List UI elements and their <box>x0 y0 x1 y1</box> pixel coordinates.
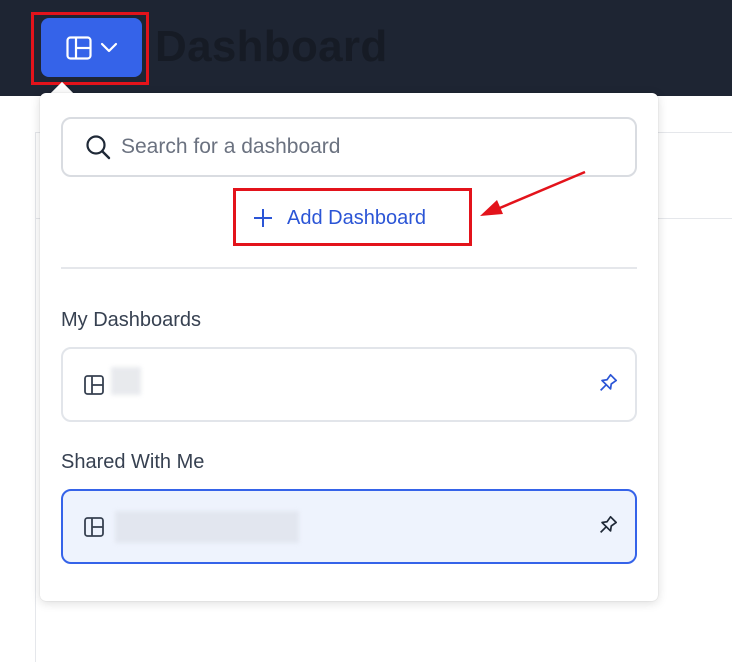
dashboard-layout-icon <box>84 375 104 395</box>
dashboard-item-selected[interactable] <box>61 489 637 564</box>
search-placeholder: Search for a dashboard <box>121 135 341 158</box>
add-dashboard-label: Add Dashboard <box>287 206 426 229</box>
plus-icon <box>254 209 272 227</box>
section-label-my-dashboards: My Dashboards <box>61 309 202 331</box>
section-label-shared-with-me: Shared With Me <box>61 451 205 473</box>
dashboard-item[interactable] <box>61 347 637 422</box>
dashboard-dropdown: Search for a dashboard Add Dashboard My … <box>40 93 658 601</box>
pin-icon[interactable] <box>595 514 619 538</box>
dashboard-name-redacted <box>115 511 299 543</box>
add-dashboard-button[interactable]: Add Dashboard <box>243 197 466 239</box>
page-title: Dashboard <box>155 22 388 71</box>
dashboard-layout-icon <box>65 35 92 60</box>
search-input[interactable]: Search for a dashboard <box>61 117 637 177</box>
search-icon <box>86 135 111 160</box>
chevron-down-icon <box>100 42 117 52</box>
pin-icon[interactable] <box>595 372 619 396</box>
dropdown-divider <box>61 267 637 269</box>
dashboard-switcher-button[interactable] <box>41 18 142 77</box>
dashboard-name-redacted <box>111 367 141 395</box>
dashboard-layout-icon <box>84 517 104 537</box>
